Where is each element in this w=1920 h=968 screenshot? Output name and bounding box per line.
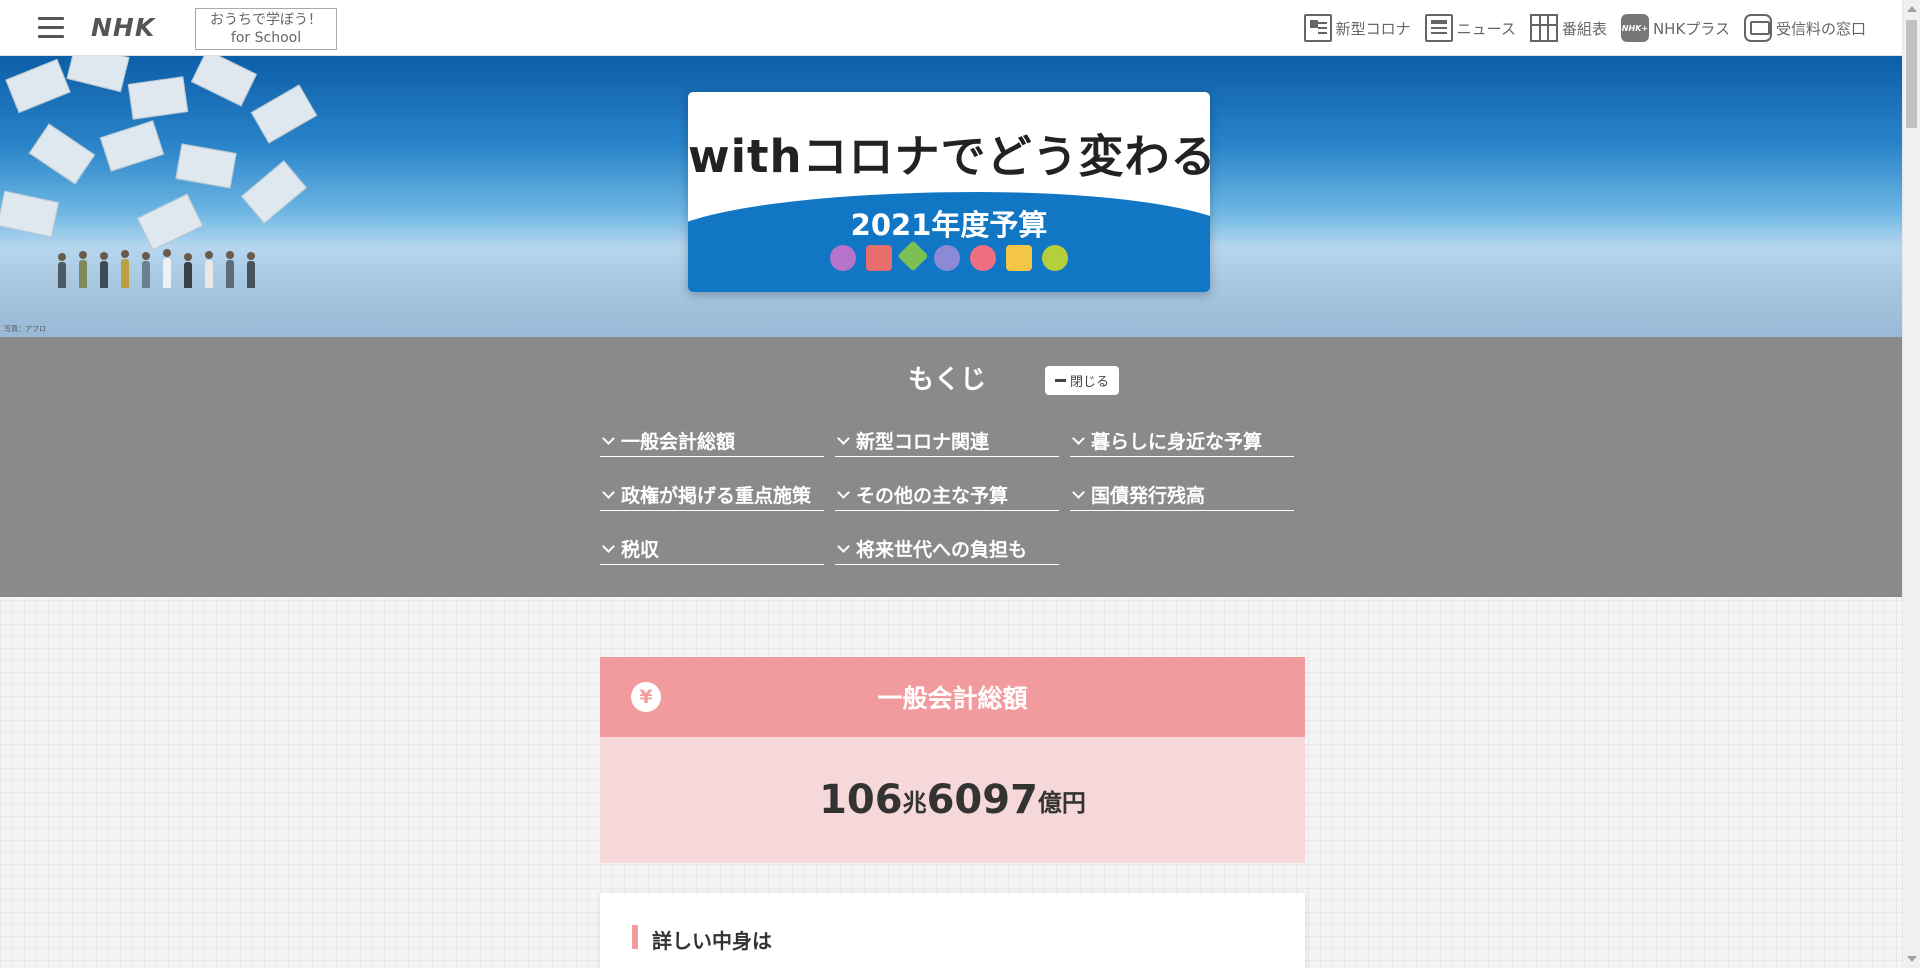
chevron-down-icon bbox=[602, 540, 615, 553]
nav-nhk-plus[interactable]: NHK+ NHKプラス bbox=[1620, 14, 1730, 42]
toc-close-button[interactable]: 閉じる bbox=[1045, 366, 1119, 395]
vertical-scrollbar[interactable] bbox=[1902, 0, 1920, 968]
toc-link-corona[interactable]: 新型コロナ関連 bbox=[835, 425, 1059, 457]
toc-title: もくじ bbox=[908, 365, 987, 395]
toc-link-key-policies[interactable]: 政権が掲げる重点施策 bbox=[600, 479, 824, 511]
toc-link-bond-balance[interactable]: 国債発行残高 bbox=[1070, 479, 1294, 511]
scroll-up-arrow-icon[interactable] bbox=[1907, 6, 1917, 12]
toc-link-general-account[interactable]: 一般会計総額 bbox=[600, 425, 824, 457]
top-nav: 新型コロナ ニュース 番組表 NHK+ NHKプラス 受信料の窓口 bbox=[1303, 14, 1866, 42]
toc-link-label: 将来世代への負担も bbox=[856, 539, 1028, 561]
nav-reception-fee[interactable]: 受信料の窓口 bbox=[1743, 14, 1866, 42]
scroll-down-arrow-icon[interactable] bbox=[1907, 956, 1917, 962]
chevron-down-icon bbox=[1072, 432, 1085, 445]
nav-corona-label: 新型コロナ bbox=[1335, 19, 1411, 38]
chevron-down-icon bbox=[837, 486, 850, 499]
school-badge-line2: for School bbox=[230, 30, 302, 46]
chevron-down-icon bbox=[837, 540, 850, 553]
title-card: withコロナでどう変わる 2021年度予算 bbox=[688, 92, 1210, 292]
detail-card: 詳しい中身は bbox=[600, 893, 1305, 968]
nav-news[interactable]: ニュース bbox=[1424, 14, 1516, 42]
general-account-total-card: ¥ 一般会計総額 106 兆 6097 億円 bbox=[600, 657, 1305, 863]
hero-banner: 写真：アフロ withコロナでどう変わる 2021年度予算 bbox=[0, 56, 1902, 337]
family-icon bbox=[866, 245, 892, 271]
toc-link-label: 政権が掲げる重点施策 bbox=[621, 485, 812, 507]
nhk-logo[interactable]: NHK bbox=[91, 13, 155, 42]
total-billion-unit: 億円 bbox=[1037, 788, 1086, 817]
toc-link-daily-life[interactable]: 暮らしに身近な予算 bbox=[1070, 425, 1294, 457]
coins-icon bbox=[1042, 245, 1068, 271]
total-card-title: 一般会計総額 bbox=[877, 684, 1028, 713]
toc-link-future-burden[interactable]: 将来世代への負担も bbox=[835, 533, 1059, 565]
table-of-contents: もくじ 閉じる 一般会計総額 新型コロナ関連 暮らしに身近な予算 政権が掲げる重… bbox=[0, 337, 1902, 597]
chevron-down-icon bbox=[602, 432, 615, 445]
toc-link-label: その他の主な予算 bbox=[856, 485, 1009, 507]
chevron-down-icon bbox=[1072, 486, 1085, 499]
nav-program-guide-label: 番組表 bbox=[1561, 19, 1607, 38]
minus-icon bbox=[1054, 379, 1066, 382]
people-figures bbox=[58, 249, 255, 288]
bill-icon bbox=[1006, 245, 1032, 271]
virus-icon bbox=[830, 245, 856, 271]
toc-link-other-budgets[interactable]: その他の主な予算 bbox=[835, 479, 1059, 511]
toc-link-label: 一般会計総額 bbox=[621, 431, 736, 453]
nav-reception-fee-label: 受信料の窓口 bbox=[1775, 19, 1866, 38]
toc-close-label: 閉じる bbox=[1069, 375, 1109, 390]
total-trillion-value: 106 bbox=[819, 777, 903, 823]
money-photo: 写真：アフロ bbox=[0, 56, 350, 337]
corona-icon bbox=[1303, 14, 1332, 42]
school-badge-line1: おうちで学ぼう！ bbox=[210, 12, 322, 28]
scroll-thumb[interactable] bbox=[1906, 20, 1917, 128]
page-subtitle: 2021年度予算 bbox=[850, 208, 1048, 242]
chevron-down-icon bbox=[602, 486, 615, 499]
news-icon bbox=[1424, 14, 1453, 42]
nav-corona[interactable]: 新型コロナ bbox=[1303, 14, 1411, 42]
budget-icons bbox=[688, 240, 1210, 272]
toc-link-label: 税収 bbox=[621, 539, 660, 561]
total-trillion-unit: 兆 bbox=[902, 788, 927, 817]
total-card-header: ¥ 一般会計総額 bbox=[600, 657, 1305, 737]
yen-coin-icon bbox=[970, 245, 996, 271]
hamburger-menu-icon[interactable] bbox=[38, 17, 64, 39]
nav-nhk-plus-label: NHKプラス bbox=[1652, 19, 1730, 38]
for-school-link[interactable]: おうちで学ぼう！ for School bbox=[195, 8, 337, 50]
total-amount: 106 兆 6097 億円 bbox=[600, 737, 1305, 863]
section-accent-bar bbox=[632, 925, 638, 949]
detail-section-title: 詳しい中身は bbox=[652, 929, 772, 953]
nhk-plus-icon: NHK+ bbox=[1620, 14, 1649, 42]
government-icon bbox=[897, 240, 929, 272]
program-guide-icon bbox=[1529, 14, 1558, 42]
toc-link-tax-revenue[interactable]: 税収 bbox=[600, 533, 824, 565]
toc-links: 一般会計総額 新型コロナ関連 暮らしに身近な予算 政権が掲げる重点施策 その他の… bbox=[600, 425, 1300, 565]
site-header: NHK おうちで学ぼう！ for School 新型コロナ ニュース 番組表 N… bbox=[0, 0, 1902, 56]
total-billion-value: 6097 bbox=[926, 777, 1038, 823]
nav-program-guide[interactable]: 番組表 bbox=[1529, 14, 1607, 42]
photo-credit: 写真：アフロ bbox=[4, 325, 46, 333]
page-title: withコロナでどう変わる bbox=[688, 130, 1210, 183]
toc-link-label: 国債発行残高 bbox=[1091, 485, 1206, 507]
chevron-down-icon bbox=[837, 432, 850, 445]
toc-link-label: 新型コロナ関連 bbox=[856, 431, 990, 453]
reception-fee-icon bbox=[1743, 14, 1772, 42]
care-icon bbox=[934, 245, 960, 271]
toc-link-label: 暮らしに身近な予算 bbox=[1091, 431, 1263, 453]
nav-news-label: ニュース bbox=[1456, 19, 1516, 38]
